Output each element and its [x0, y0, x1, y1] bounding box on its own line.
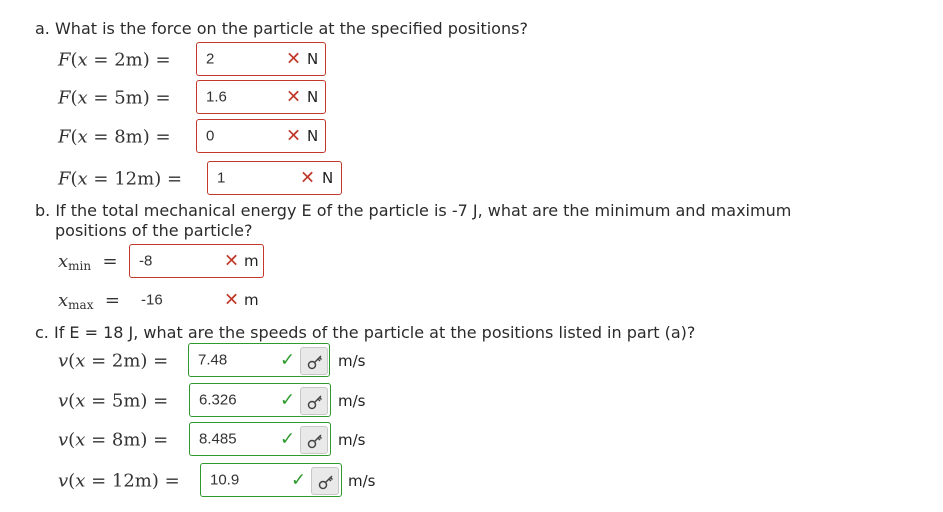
- speed-value-5m: 6.326: [199, 391, 237, 409]
- force-label-12m: F(x = 12m) =: [58, 168, 183, 190]
- unit-n: N: [307, 127, 319, 145]
- key-icon[interactable]: [300, 426, 328, 454]
- force-input-5m[interactable]: 1.6 ✕ N: [196, 80, 326, 114]
- speed-value-12m: 10.9: [210, 471, 240, 489]
- speed-label-12m: v(x = 12m) =: [58, 470, 180, 492]
- unit-ms: m/s: [348, 472, 376, 490]
- force-row-12m: F(x = 12m) = 1 ✕ N: [0, 161, 943, 197]
- force-label-2m: F(x = 2m) =: [58, 49, 171, 71]
- force-value-8m: 0: [206, 127, 215, 145]
- unit-ms: m/s: [338, 352, 366, 370]
- unit-ms: m/s: [338, 431, 366, 449]
- xmax-label: xmax =: [58, 290, 120, 312]
- speed-value-2m: 7.48: [198, 351, 228, 369]
- xmin-value: -8: [139, 252, 153, 270]
- force-row-8m: F(x = 8m) = 0 ✕ N: [0, 119, 943, 155]
- speed-row-12m: v(x = 12m) = 10.9 ✓ m/s: [0, 463, 943, 499]
- correct-check-icon: ✓: [280, 389, 296, 411]
- unit-ms: m/s: [338, 392, 366, 410]
- speed-input-12m[interactable]: 10.9 ✓: [200, 463, 342, 497]
- key-icon[interactable]: [311, 467, 339, 495]
- question-b-line1: b. If the total mechanical energy E of t…: [35, 201, 792, 220]
- incorrect-x-icon: ✕: [286, 125, 302, 147]
- unit-n: N: [307, 50, 319, 68]
- correct-check-icon: ✓: [280, 349, 296, 371]
- force-label-5m: F(x = 5m) =: [58, 87, 171, 109]
- xmin-input[interactable]: -8 ✕ m: [129, 244, 264, 278]
- speed-row-8m: v(x = 8m) = 8.485 ✓ m/s: [0, 422, 943, 458]
- unit-n: N: [322, 169, 334, 187]
- incorrect-x-icon: ✕: [224, 250, 240, 272]
- force-input-2m[interactable]: 2 ✕ N: [196, 42, 326, 76]
- correct-check-icon: ✓: [280, 428, 296, 450]
- xmax-row: xmax = -16 ✕ m: [0, 283, 943, 319]
- speed-label-2m: v(x = 2m) =: [58, 350, 169, 372]
- question-b-line2: positions of the particle?: [55, 221, 253, 240]
- speed-input-2m[interactable]: 7.48 ✓: [188, 343, 330, 377]
- speed-value-8m: 8.485: [199, 430, 237, 448]
- question-a: a. What is the force on the particle at …: [35, 19, 528, 38]
- question-b: b. If the total mechanical energy E of t…: [35, 201, 791, 241]
- speed-row-5m: v(x = 5m) = 6.326 ✓ m/s: [0, 383, 943, 419]
- incorrect-x-icon: ✕: [286, 86, 302, 108]
- force-value-12m: 1: [217, 169, 226, 187]
- xmax-input[interactable]: -16 ✕ m: [131, 283, 271, 317]
- speed-input-8m[interactable]: 8.485 ✓: [189, 422, 331, 456]
- speed-row-2m: v(x = 2m) = 7.48 ✓ m/s: [0, 343, 943, 379]
- question-c: c. If E = 18 J, what are the speeds of t…: [35, 323, 696, 342]
- key-icon[interactable]: [300, 347, 328, 375]
- unit-n: N: [307, 88, 319, 106]
- force-label-8m: F(x = 8m) =: [58, 126, 171, 148]
- force-value-5m: 1.6: [206, 88, 227, 106]
- speed-label-5m: v(x = 5m) =: [58, 390, 169, 412]
- incorrect-x-icon: ✕: [286, 48, 302, 70]
- speed-label-8m: v(x = 8m) =: [58, 429, 169, 451]
- xmin-row: xmin = -8 ✕ m: [0, 244, 943, 280]
- force-input-12m[interactable]: 1 ✕ N: [207, 161, 342, 195]
- force-input-8m[interactable]: 0 ✕ N: [196, 119, 326, 153]
- xmax-value: -16: [141, 291, 163, 309]
- correct-check-icon: ✓: [291, 469, 307, 491]
- incorrect-x-icon: ✕: [300, 167, 316, 189]
- speed-input-5m[interactable]: 6.326 ✓: [189, 383, 331, 417]
- force-value-2m: 2: [206, 50, 215, 68]
- force-row-5m: F(x = 5m) = 1.6 ✕ N: [0, 80, 943, 116]
- unit-m: m: [244, 252, 259, 270]
- xmin-label: xmin =: [58, 251, 118, 273]
- force-row-2m: F(x = 2m) = 2 ✕ N: [0, 42, 943, 78]
- unit-m: m: [244, 291, 259, 309]
- incorrect-x-icon: ✕: [224, 289, 240, 311]
- key-icon[interactable]: [300, 387, 328, 415]
